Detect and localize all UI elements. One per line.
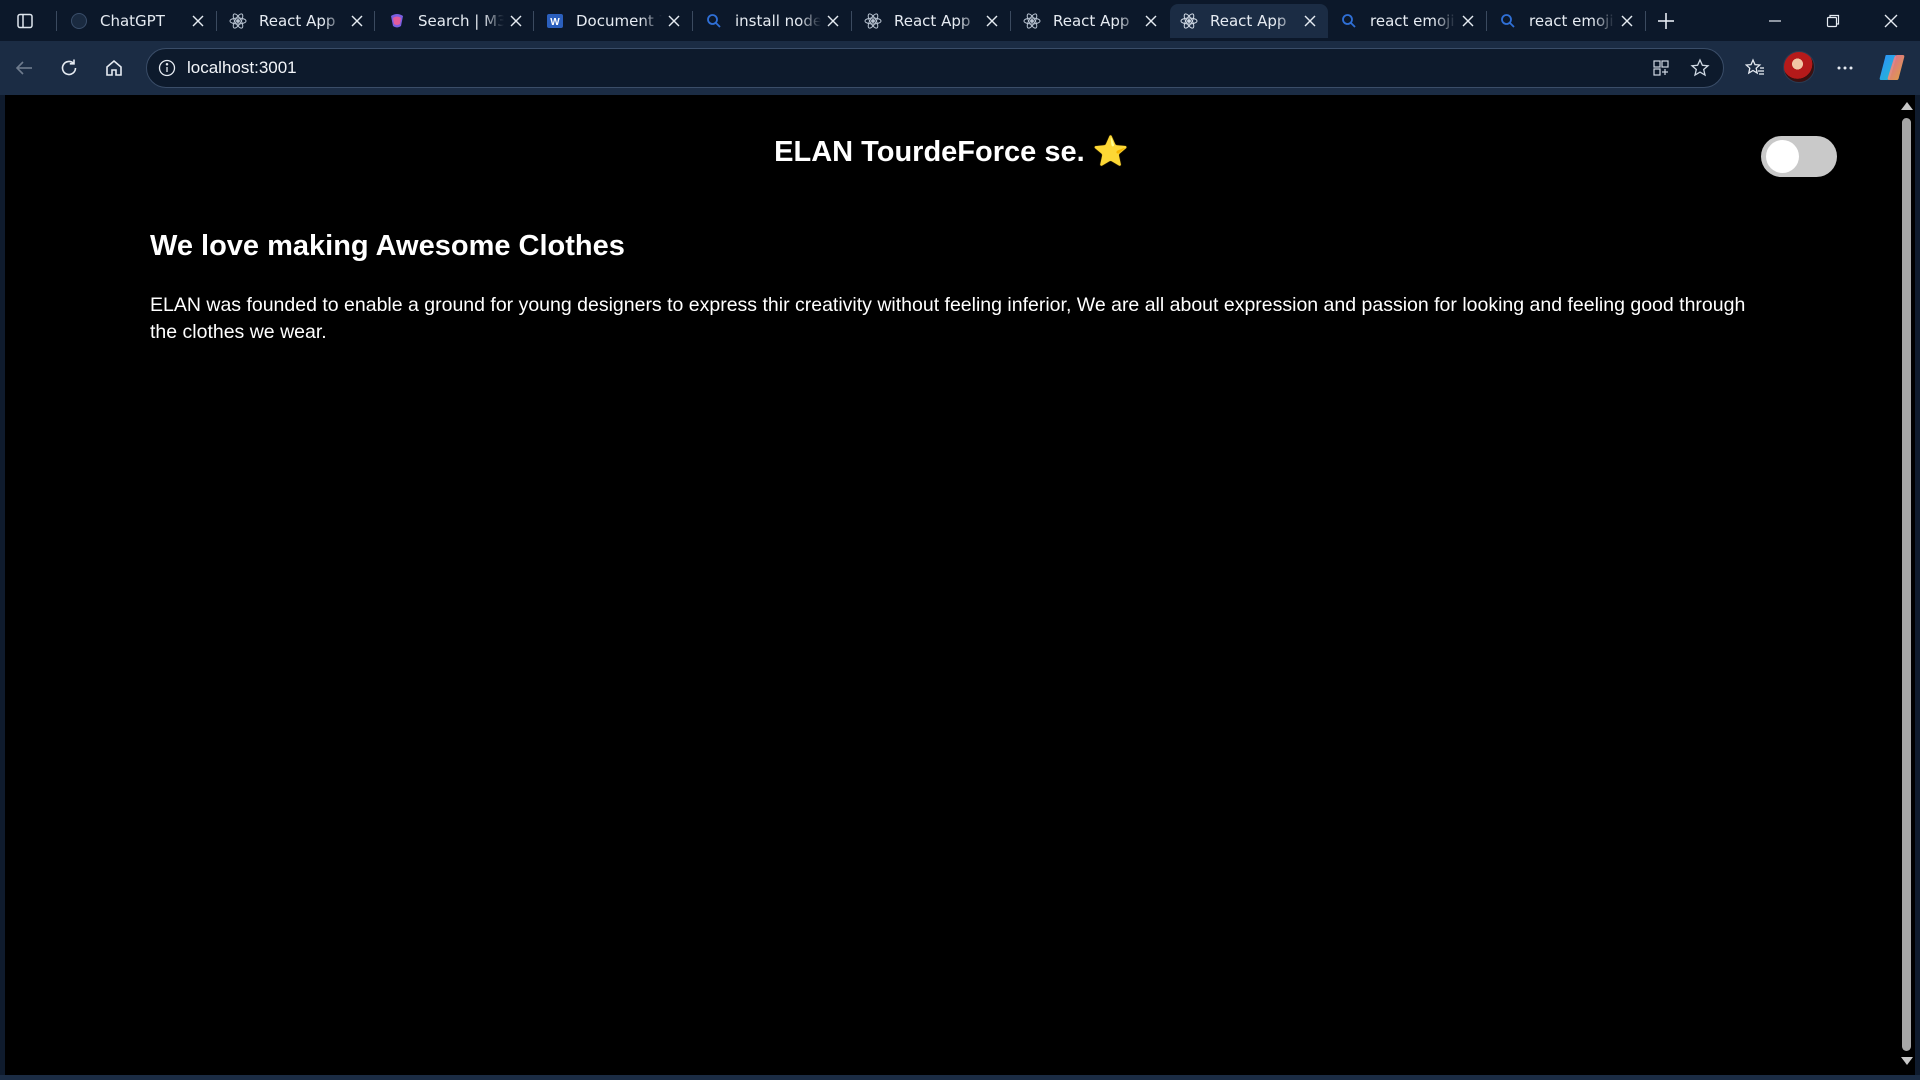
svg-text:W: W — [550, 17, 560, 28]
react-icon — [1023, 12, 1041, 30]
tab-separator — [692, 11, 693, 31]
react-icon — [229, 12, 247, 30]
close-icon[interactable] — [186, 9, 210, 33]
tab-react-emoji[interactable]: react emoji i — [1489, 4, 1645, 38]
scroll-down-arrow-icon[interactable] — [1901, 1057, 1913, 1065]
window-border — [0, 1075, 1920, 1080]
browser-toolbar: localhost:3001 — [0, 41, 1920, 95]
word-icon: W — [546, 12, 564, 30]
tab-title: react emoji c — [1370, 12, 1456, 30]
tab-separator — [1486, 11, 1487, 31]
tab-chatgpt[interactable]: ChatGPT — [60, 4, 216, 38]
app-available-icon[interactable] — [1647, 54, 1675, 82]
theme-toggle[interactable] — [1761, 136, 1837, 177]
tab-separator — [533, 11, 534, 31]
tab-title: ChatGPT — [100, 12, 165, 30]
react-icon — [1180, 12, 1198, 30]
minimize-button[interactable] — [1746, 0, 1804, 41]
tab-title: react emoji i — [1529, 12, 1615, 30]
browser-window: ChatGPT React App Search | M365 — [0, 0, 1920, 1080]
more-options-icon[interactable] — [1828, 51, 1862, 85]
tab-search-m365[interactable]: Search | M365 — [378, 4, 534, 38]
refresh-button[interactable] — [52, 51, 86, 85]
tab-separator — [216, 11, 217, 31]
m365-icon — [388, 12, 406, 30]
tab-title: Document 7 — [576, 12, 662, 30]
close-icon[interactable] — [1615, 9, 1639, 33]
close-icon[interactable] — [504, 9, 528, 33]
tab-title: install node — [735, 12, 821, 30]
tab-strip: ChatGPT React App Search | M365 — [0, 0, 1920, 41]
tab-react-app[interactable]: React App — [219, 4, 375, 38]
tab-separator — [851, 11, 852, 31]
chatgpt-icon — [70, 12, 88, 30]
profile-avatar[interactable] — [1783, 51, 1815, 83]
tab-install-node[interactable]: install node — [695, 4, 851, 38]
react-icon — [864, 12, 882, 30]
page-body-text: ELAN was founded to enable a ground for … — [150, 294, 1746, 343]
close-icon[interactable] — [980, 9, 1004, 33]
toggle-knob — [1766, 140, 1799, 173]
site-title-text: ELAN TourdeForce se. — [774, 136, 1085, 168]
scroll-up-arrow-icon[interactable] — [1901, 102, 1913, 110]
tab-title: React App — [1053, 12, 1130, 30]
new-tab-button[interactable] — [1650, 6, 1682, 36]
url-text[interactable]: localhost:3001 — [187, 58, 297, 78]
tab-react-emoji[interactable]: react emoji c — [1330, 4, 1486, 38]
close-icon[interactable] — [662, 9, 686, 33]
favorites-icon[interactable] — [1738, 51, 1772, 85]
vertical-scrollbar[interactable] — [1898, 95, 1915, 1075]
tab-react-app[interactable]: React App — [854, 4, 1010, 38]
close-window-button[interactable] — [1862, 0, 1920, 41]
tab-title: React App — [894, 12, 971, 30]
tab-title: React App — [1210, 12, 1287, 30]
site-info-icon[interactable] — [155, 56, 179, 80]
tab-document[interactable]: W Document 7 — [536, 4, 692, 38]
close-icon[interactable] — [821, 9, 845, 33]
restore-button[interactable] — [1804, 0, 1862, 41]
search-icon — [1499, 12, 1517, 30]
close-icon[interactable] — [345, 9, 369, 33]
tab-title: React App — [259, 12, 336, 30]
close-icon[interactable] — [1456, 9, 1480, 33]
tab-actions-icon[interactable] — [10, 8, 40, 34]
favorite-star-icon[interactable] — [1686, 54, 1714, 82]
scrollbar-thumb[interactable] — [1902, 118, 1911, 1051]
back-button[interactable] — [7, 51, 41, 85]
page-heading: We love making Awesome Clothes — [150, 230, 625, 262]
home-button[interactable] — [97, 51, 131, 85]
tab-separator — [1010, 11, 1011, 31]
tab-separator — [56, 11, 57, 31]
tab-separator — [1645, 11, 1646, 31]
close-icon[interactable] — [1298, 9, 1322, 33]
search-icon — [705, 12, 723, 30]
close-icon[interactable] — [1139, 9, 1163, 33]
site-title: ELAN TourdeForce se. ⭐ — [5, 135, 1898, 169]
tab-title: Search | M365 — [418, 12, 504, 30]
address-bar[interactable]: localhost:3001 — [146, 48, 1724, 88]
copilot-icon[interactable] — [1877, 52, 1907, 82]
page-viewport: ELAN TourdeForce se. ⭐ We love making Aw… — [5, 95, 1898, 1075]
star-icon: ⭐ — [1092, 136, 1129, 168]
tab-react-app[interactable]: React App — [1013, 4, 1169, 38]
tab-separator — [374, 11, 375, 31]
tab-react-app-active[interactable]: React App — [1170, 4, 1328, 38]
search-icon — [1340, 12, 1358, 30]
